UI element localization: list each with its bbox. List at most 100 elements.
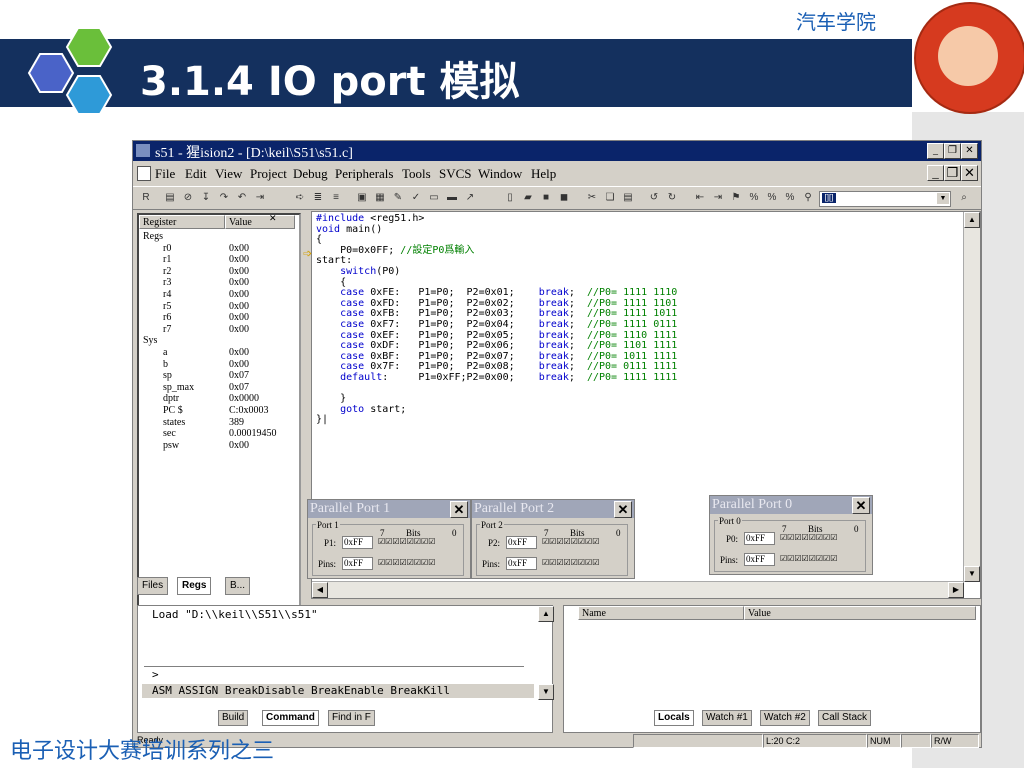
register-value[interactable]: 389 bbox=[229, 417, 244, 428]
close-icon[interactable]: ✕ bbox=[450, 501, 468, 518]
menu-svcs[interactable]: SVCS bbox=[439, 166, 472, 182]
disassembly-icon[interactable]: ≣ bbox=[311, 191, 325, 204]
code-line[interactable]: void main() bbox=[316, 224, 677, 236]
memory-window-icon[interactable]: ▣ bbox=[355, 191, 369, 204]
analysis-icon[interactable]: ▬ bbox=[445, 191, 459, 204]
register-name[interactable]: r4 bbox=[163, 289, 171, 300]
register-name[interactable]: r6 bbox=[163, 312, 171, 323]
indent-icon[interactable]: ⇤ bbox=[693, 191, 707, 204]
register-value[interactable]: 0x00 bbox=[229, 243, 249, 254]
close-icon[interactable]: ✕ bbox=[852, 497, 870, 514]
register-name[interactable]: sec bbox=[163, 428, 176, 439]
copy-icon[interactable]: ❏ bbox=[603, 191, 617, 204]
menu-file[interactable]: File bbox=[155, 166, 175, 182]
register-group[interactable]: Sys bbox=[143, 335, 157, 346]
port-title[interactable]: Parallel Port 1 bbox=[308, 500, 470, 518]
code-coverage-icon[interactable]: ✎ bbox=[391, 191, 405, 204]
tab-locals[interactable]: Locals bbox=[654, 710, 694, 726]
register-name[interactable]: sp_max bbox=[163, 382, 194, 393]
tools-icon[interactable]: ↗ bbox=[463, 191, 477, 204]
register-value[interactable]: 0x00 bbox=[229, 266, 249, 277]
restore-icon[interactable]: ❐ bbox=[944, 143, 961, 159]
register-value[interactable]: 0x00 bbox=[229, 440, 249, 451]
tab-build[interactable]: Build bbox=[218, 710, 249, 726]
cmd-scroll-up-icon[interactable]: ▲ bbox=[538, 606, 554, 622]
pins-bit-checkboxes[interactable]: ☑☑☑☑☑☑☑☑ bbox=[378, 558, 435, 567]
clear-bookmarks-icon[interactable]: % bbox=[783, 191, 797, 204]
doc-minimize-icon[interactable]: _ bbox=[927, 165, 944, 181]
register-value[interactable]: 0x00 bbox=[229, 254, 249, 265]
scroll-down-icon[interactable]: ▼ bbox=[964, 566, 980, 582]
register-name[interactable]: r2 bbox=[163, 266, 171, 277]
menu-tools[interactable]: Tools bbox=[402, 166, 431, 182]
pins-value-field[interactable]: 0xFF bbox=[744, 553, 775, 566]
new-file-icon[interactable]: ▯ bbox=[503, 191, 517, 204]
register-name[interactable]: r3 bbox=[163, 277, 171, 288]
register-name[interactable]: r5 bbox=[163, 301, 171, 312]
register-value[interactable]: 0x0000 bbox=[229, 393, 259, 404]
register-value[interactable]: 0x00 bbox=[229, 277, 249, 288]
show-next-icon[interactable]: ➪ bbox=[293, 191, 307, 204]
open-file-icon[interactable]: ▰ bbox=[521, 191, 535, 204]
register-value[interactable]: 0x00 bbox=[229, 312, 249, 323]
register-group[interactable]: Regs bbox=[143, 231, 163, 242]
tab-regs[interactable]: Regs bbox=[177, 577, 212, 595]
chevron-down-icon[interactable]: ▼ bbox=[937, 193, 949, 204]
register-column-header[interactable]: Register bbox=[139, 215, 225, 229]
menu-debug[interactable]: Debug bbox=[293, 166, 328, 182]
serial-window-icon[interactable]: ▭ bbox=[427, 191, 441, 204]
register-value[interactable]: 0x00 bbox=[229, 301, 249, 312]
undo-icon[interactable]: ↺ bbox=[647, 191, 661, 204]
tab-watch-2[interactable]: Watch #2 bbox=[760, 710, 810, 726]
pins-bit-checkboxes[interactable]: ☑☑☑☑☑☑☑☑ bbox=[542, 558, 599, 567]
reg-value-field[interactable]: 0xFF bbox=[744, 532, 775, 545]
unindent-icon[interactable]: ⇥ bbox=[711, 191, 725, 204]
port-title[interactable]: Parallel Port 2 bbox=[472, 500, 634, 518]
register-name[interactable]: r0 bbox=[163, 243, 171, 254]
register-name[interactable]: PC $ bbox=[163, 405, 183, 416]
watch-name-header[interactable]: Name bbox=[578, 606, 744, 620]
redo-icon[interactable]: ↻ bbox=[665, 191, 679, 204]
code-line[interactable]: goto start; bbox=[316, 404, 677, 416]
scroll-right-icon[interactable]: ▶ bbox=[948, 582, 964, 598]
tab-find-in-files[interactable]: Find in F bbox=[328, 710, 375, 726]
reg-value-field[interactable]: 0xFF bbox=[342, 536, 373, 549]
tab-files[interactable]: Files bbox=[137, 577, 169, 595]
code-line[interactable]: P0=0x0FF; //設定P0爲輸入 bbox=[316, 245, 677, 257]
watch-value-header[interactable]: Value bbox=[744, 606, 976, 620]
bookmark-icon[interactable]: ⚑ bbox=[729, 191, 743, 204]
panel-close-icon[interactable]: ✕ bbox=[269, 213, 277, 224]
source-code[interactable]: #include <reg51.h> void main(){ P0=0x0FF;… bbox=[316, 213, 677, 426]
register-value[interactable]: 0x00 bbox=[229, 359, 249, 370]
pins-value-field[interactable]: 0xFF bbox=[342, 557, 373, 570]
watch-window-icon[interactable]: ▦ bbox=[373, 191, 387, 204]
code-line[interactable]: }| bbox=[316, 414, 677, 426]
find-in-files-icon[interactable]: ⚲ bbox=[801, 191, 815, 204]
reg-bit-checkboxes[interactable]: ☑☑☑☑☑☑☑☑ bbox=[542, 537, 599, 546]
reset-icon[interactable]: R bbox=[139, 191, 153, 204]
register-value[interactable]: C:0x0003 bbox=[229, 405, 268, 416]
minimize-icon[interactable]: _ bbox=[927, 143, 944, 159]
menu-view[interactable]: View bbox=[215, 166, 242, 182]
cmd-scroll-down-icon[interactable]: ▼ bbox=[538, 684, 554, 700]
reg-value-field[interactable]: 0xFF bbox=[506, 536, 537, 549]
binoculars-icon[interactable]: ⌕ bbox=[957, 191, 971, 204]
paste-icon[interactable]: ▤ bbox=[621, 191, 635, 204]
tab-watch-1[interactable]: Watch #1 bbox=[702, 710, 752, 726]
performance-icon[interactable]: ✓ bbox=[409, 191, 423, 204]
step-out-icon[interactable]: ↶ bbox=[235, 191, 249, 204]
menu-project[interactable]: Project bbox=[250, 166, 287, 182]
register-name[interactable]: a bbox=[163, 347, 167, 358]
prev-bookmark-icon[interactable]: % bbox=[765, 191, 779, 204]
code-line[interactable] bbox=[316, 384, 677, 395]
menu-edit[interactable]: Edit bbox=[185, 166, 207, 182]
cut-icon[interactable]: ✂ bbox=[585, 191, 599, 204]
close-icon[interactable]: ✕ bbox=[961, 143, 978, 159]
value-column-header[interactable]: Value bbox=[225, 215, 295, 229]
register-name[interactable]: r1 bbox=[163, 254, 171, 265]
editor-horizontal-scrollbar[interactable]: ◀ ▶ bbox=[312, 581, 964, 598]
command-prompt[interactable]: > bbox=[152, 668, 159, 681]
register-value[interactable]: 0x07 bbox=[229, 370, 249, 381]
register-name[interactable]: sp bbox=[163, 370, 172, 381]
reg-bit-checkboxes[interactable]: ☑☑☑☑☑☑☑☑ bbox=[780, 533, 837, 542]
